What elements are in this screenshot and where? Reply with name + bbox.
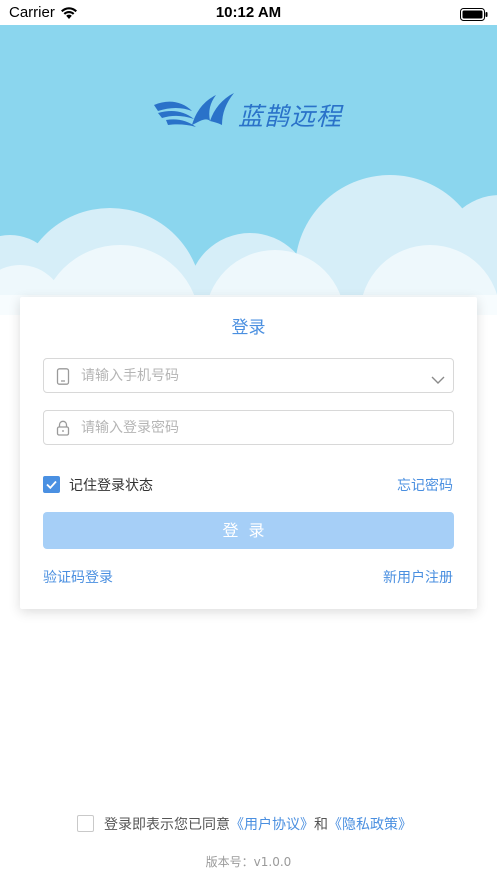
brand-logo: 蓝鹊远程 — [152, 91, 352, 135]
remember-checkbox[interactable] — [43, 476, 60, 493]
version-label: 版本号：v1.0.0 — [205, 855, 292, 869]
sms-login-link[interactable]: 验证码登录 — [43, 567, 113, 587]
password-field[interactable] — [43, 410, 454, 445]
magpie-wing-logo-icon — [154, 93, 234, 127]
agreement-checkbox[interactable] — [77, 815, 94, 832]
lock-icon — [56, 420, 70, 440]
forgot-password-link[interactable]: 忘记密码 — [397, 475, 453, 495]
hero-banner: 蓝鹊远程 — [0, 25, 497, 315]
agreement-text: 登录即表示您已同意《用户协议》和《隐私政策》 — [104, 814, 412, 834]
clouds-illustration — [0, 175, 497, 315]
chevron-down-icon[interactable] — [431, 370, 445, 389]
agreement-and: 和 — [314, 817, 328, 833]
privacy-policy-link[interactable]: 《隐私政策》 — [328, 817, 412, 833]
agreement-prefix: 登录即表示您已同意 — [104, 817, 230, 833]
phone-icon — [56, 368, 70, 389]
login-button[interactable]: 登录 — [43, 512, 454, 549]
password-input[interactable] — [81, 417, 421, 439]
login-title: 登录 — [231, 318, 266, 338]
status-time: 10:12 AM — [215, 4, 282, 21]
user-agreement-link[interactable]: 《用户协议》 — [230, 817, 314, 833]
checkmark-icon — [46, 480, 57, 490]
login-card: 登录 记住登录状态 — [20, 297, 477, 609]
phone-input[interactable] — [81, 365, 421, 387]
register-link[interactable]: 新用户注册 — [383, 567, 453, 587]
status-bar: Carrier 10:12 AM — [0, 0, 497, 25]
brand-name: 蓝鹊远程 — [238, 102, 343, 131]
remember-label: 记住登录状态 — [69, 478, 153, 494]
battery-icon — [460, 6, 488, 25]
phone-field[interactable] — [43, 358, 454, 393]
